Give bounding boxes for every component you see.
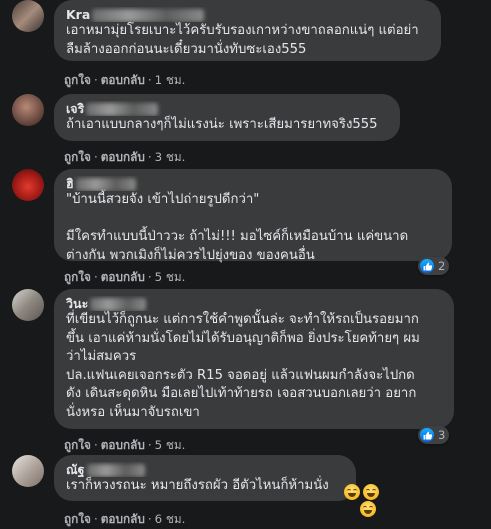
timestamp[interactable]: 5 ชม.	[155, 270, 186, 284]
timestamp[interactable]: 1 ชม.	[155, 73, 186, 87]
avatar[interactable]	[12, 455, 44, 487]
redacted-name	[92, 9, 205, 22]
redacted-name	[86, 103, 159, 116]
reaction-count: 3	[438, 428, 446, 442]
avatar[interactable]	[12, 0, 44, 32]
comment-bubble: Kra เอาหมามุ่ยโรยเบาะไว้ครับรับรองเกาหว่…	[54, 0, 441, 61]
reply-link[interactable]: ตอบกลับ	[101, 270, 145, 284]
reply-link[interactable]: ตอบกลับ	[101, 512, 145, 526]
like-link[interactable]: ถูกใจ	[64, 73, 91, 87]
comment-actions: ถูกใจ · ตอบกลับ · 6 ชม.	[64, 512, 186, 526]
redacted-name	[90, 298, 147, 311]
reply-link[interactable]: ตอบกลับ	[101, 150, 145, 164]
comment-text: เราก็หวงรถนะ หมายถึงรถผัว อีตัวไหนก็ห้าม…	[66, 478, 329, 493]
comment-bubble: เจริ ถ้าเอาแบบกลางๆก็ไม่แรงน่ะ เพราะเสีย…	[54, 94, 400, 141]
comment-actions: ถูกใจ · ตอบกลับ · 5 ชม.	[64, 270, 186, 284]
comment-text: ที่เขียนไว้ก็ถูกนะ แต่การใช้คำพูดนั้นล่ะ…	[66, 312, 420, 420]
avatar[interactable]	[12, 94, 44, 126]
comment-author[interactable]: Kra	[66, 7, 429, 22]
author-name[interactable]: Kra	[66, 7, 90, 22]
avatar[interactable]	[12, 169, 44, 201]
like-link[interactable]: ถูกใจ	[64, 270, 91, 284]
like-link[interactable]: ถูกใจ	[64, 438, 91, 452]
comment-actions: ถูกใจ · ตอบกลับ · 1 ชม.	[64, 73, 186, 87]
author-name[interactable]: วินะ	[66, 296, 88, 311]
comment-author[interactable]: เจริ	[66, 101, 388, 116]
author-name[interactable]: ณัฐ	[66, 462, 85, 477]
comment-text: ถ้าเอาแบบกลางๆก็ไม่แรงน่ะ เพราะเสียมารยา…	[66, 117, 378, 132]
timestamp[interactable]: 3 ชม.	[155, 150, 186, 164]
comment-bubble: ณัฐ เราก็หวงรถนะ หมายถึงรถผัว อีตัวไหนก็…	[54, 455, 356, 501]
like-link[interactable]: ถูกใจ	[64, 512, 91, 526]
reaction-summary[interactable]: 2	[418, 257, 450, 275]
reaction-summary[interactable]: 3	[418, 426, 450, 444]
comment-text: "บ้านนี้สวยจัง เข้าไปถ่ายรูปดีกว่า" มีใค…	[66, 192, 409, 263]
author-name[interactable]: ฮิ	[66, 176, 74, 191]
avatar[interactable]	[12, 289, 44, 321]
comment-author[interactable]: ณัฐ	[66, 462, 344, 477]
comment-bubble: ฮิ "บ้านนี้สวยจัง เข้าไปถ่ายรูปดีกว่า" ม…	[54, 169, 452, 263]
like-link[interactable]: ถูกใจ	[64, 150, 91, 164]
timestamp[interactable]: 5 ชม.	[155, 438, 186, 452]
like-icon	[420, 259, 434, 273]
comment-author[interactable]: ฮิ	[66, 176, 440, 191]
laughing-emoji-icon	[344, 484, 360, 500]
like-icon	[420, 428, 434, 442]
reply-link[interactable]: ตอบกลับ	[101, 438, 145, 452]
laughing-emoji-icon	[360, 501, 376, 517]
redacted-name	[86, 464, 145, 477]
timestamp[interactable]: 6 ชม.	[155, 512, 186, 526]
redacted-name	[75, 178, 136, 191]
reply-link[interactable]: ตอบกลับ	[101, 73, 145, 87]
comment-bubble: วินะ ที่เขียนไว้ก็ถูกนะ แต่การใช้คำพูดนั…	[54, 289, 454, 429]
author-name[interactable]: เจริ	[66, 101, 84, 116]
laughing-emoji-icon	[363, 484, 379, 500]
comment-text: เอาหมามุ่ยโรยเบาะไว้ครับรับรองเกาหว่างขา…	[66, 23, 419, 57]
comment-author[interactable]: วินะ	[66, 296, 442, 311]
comment-actions: ถูกใจ · ตอบกลับ · 3 ชม.	[64, 150, 186, 164]
comment-actions: ถูกใจ · ตอบกลับ · 5 ชม.	[64, 438, 186, 452]
reaction-count: 2	[438, 259, 446, 273]
